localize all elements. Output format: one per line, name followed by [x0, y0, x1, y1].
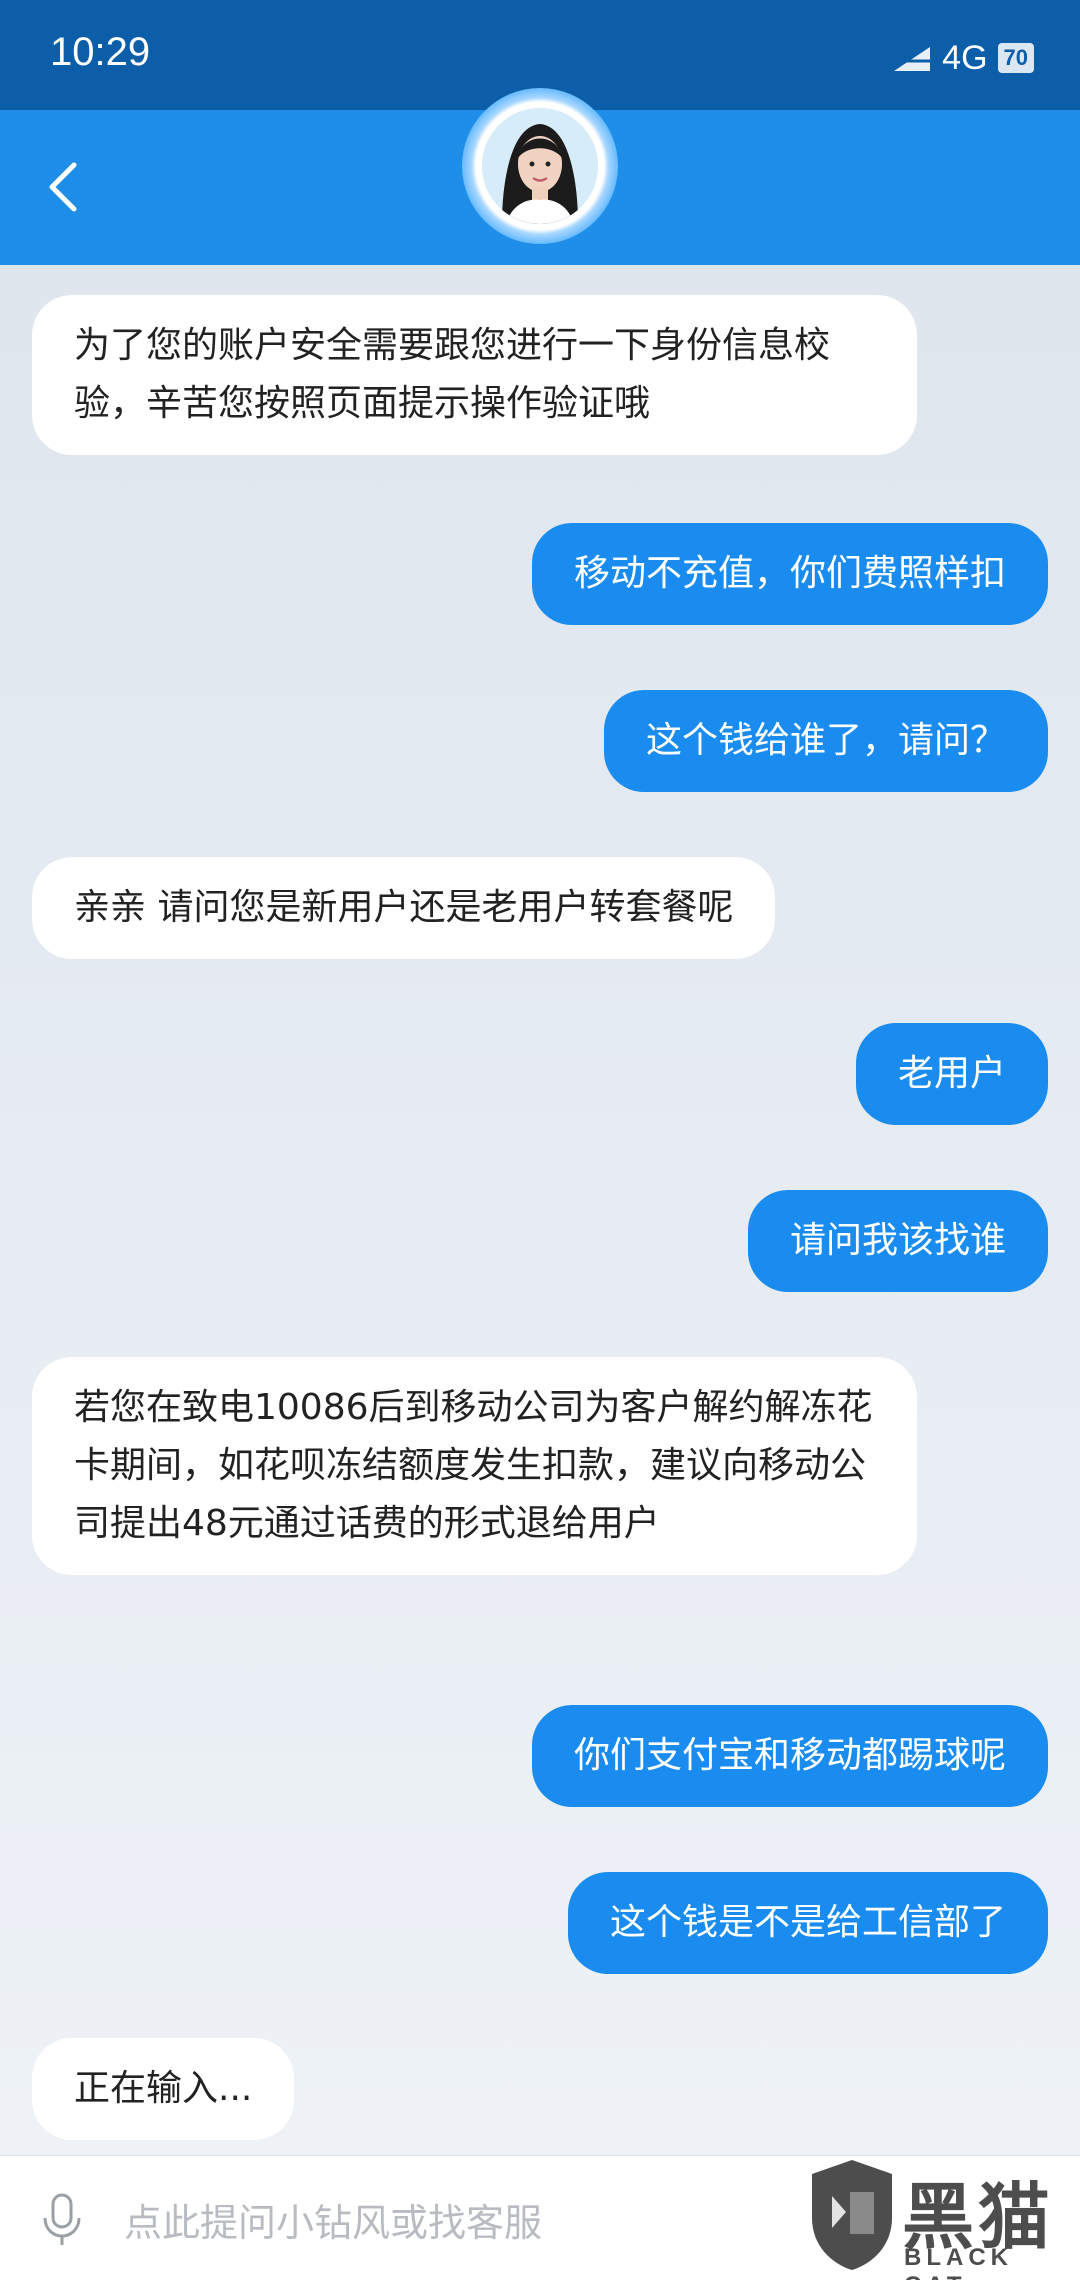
network-type: 4G — [942, 38, 988, 77]
chat-header — [0, 88, 1080, 265]
microphone-icon[interactable] — [38, 2192, 86, 2248]
message-bubble-outgoing: 移动不充值，你们费照样扣 — [531, 523, 1048, 625]
watermark-text-en: BLACK CAT — [904, 2244, 1013, 2280]
avatar-ring[interactable] — [462, 88, 618, 244]
chevron-left-icon — [49, 162, 77, 212]
message-text: 老用户 — [897, 1053, 1006, 1094]
message-bubble-outgoing: 你们支付宝和移动都踢球呢 — [531, 1705, 1048, 1807]
chat-area[interactable]: 为了您的账户安全需要跟您进行一下身份信息校验，辛苦您按照页面提示操作验证哦 移动… — [0, 265, 1080, 2155]
agent-avatar — [482, 108, 598, 224]
message-text: 这个钱给谁了，请问？ — [645, 720, 1006, 761]
message-bubble-outgoing: 请问我该找谁 — [747, 1190, 1048, 1292]
message-text: 移动不充值，你们费照样扣 — [573, 553, 1006, 594]
message-text: 若您在致电10086后到移动公司为客户解约解冻花卡期间，如花呗冻结额度发生扣款，… — [74, 1387, 873, 1544]
question-input[interactable]: 点此提问小钻风或找客服 — [124, 2192, 542, 2247]
watermark-logo: 黑猫 BLACK CAT — [800, 2150, 1080, 2280]
message-bubble-incoming: 为了您的账户安全需要跟您进行一下身份信息校验，辛苦您按照页面提示操作验证哦 — [32, 295, 917, 455]
message-bubble-outgoing: 这个钱给谁了，请问？ — [603, 690, 1048, 792]
battery-level: 70 — [997, 43, 1034, 73]
message-bubble-incoming: 亲亲 请问您是新用户还是老用户转套餐呢 — [32, 857, 776, 959]
status-time: 10:29 — [50, 30, 151, 74]
message-bubble-outgoing: 老用户 — [855, 1023, 1048, 1125]
message-text: 亲亲 请问您是新用户还是老用户转套餐呢 — [74, 887, 734, 928]
shield-icon — [812, 2160, 892, 2270]
message-text: 这个钱是不是给工信部了 — [609, 1902, 1006, 1943]
message-text: 你们支付宝和移动都踢球呢 — [573, 1735, 1006, 1776]
status-indicators: 4G 70 — [892, 38, 1034, 78]
avatar-illustration — [482, 108, 598, 224]
message-bubble-outgoing: 这个钱是不是给工信部了 — [567, 1872, 1048, 1974]
typing-indicator: 正在输入... — [32, 2038, 295, 2140]
message-bubble-incoming: 若您在致电10086后到移动公司为客户解约解冻花卡期间，如花呗冻结额度发生扣款，… — [32, 1357, 917, 1575]
signal-icon — [894, 47, 931, 71]
back-button[interactable] — [38, 152, 88, 222]
message-text: 请问我该找谁 — [789, 1220, 1006, 1261]
message-text: 正在输入... — [74, 2068, 253, 2109]
message-text: 为了您的账户安全需要跟您进行一下身份信息校验，辛苦您按照页面提示操作验证哦 — [74, 325, 831, 424]
